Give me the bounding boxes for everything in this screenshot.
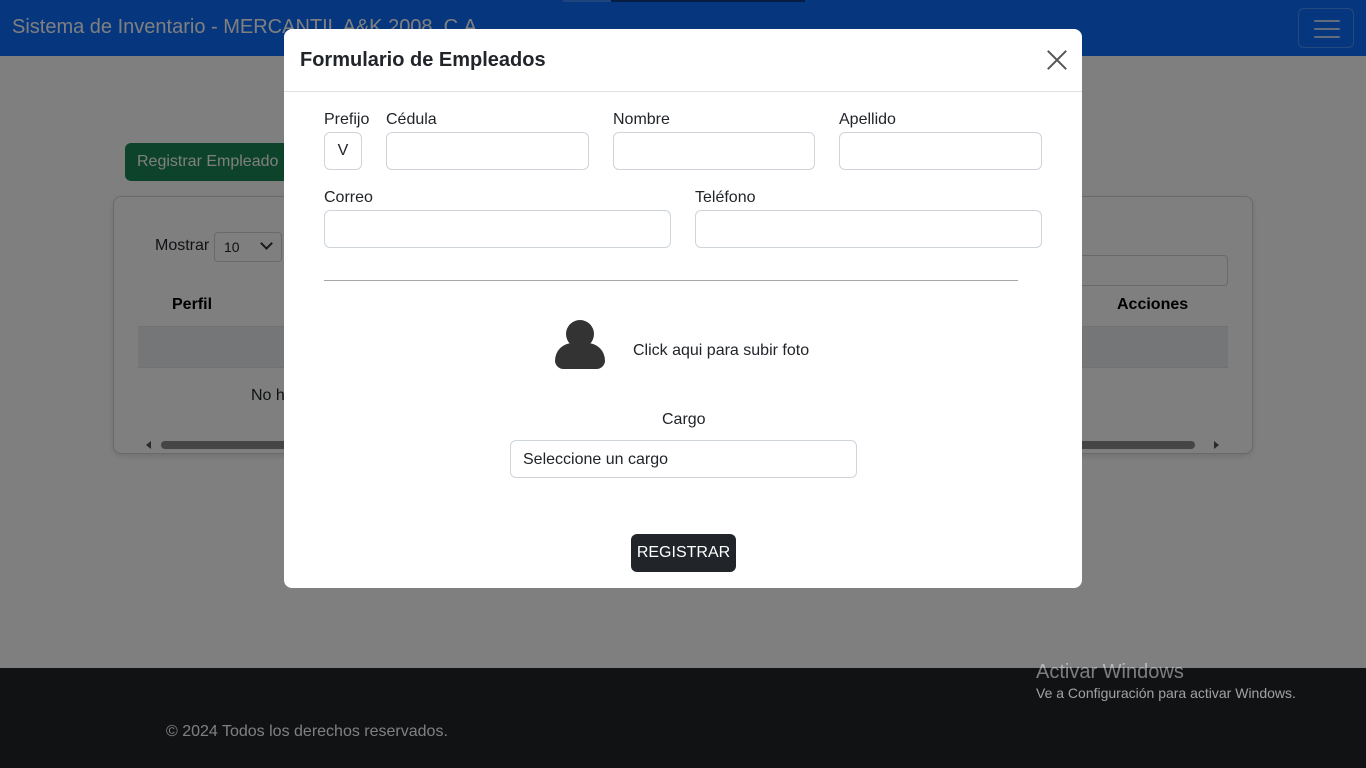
employee-form-modal: Formulario de Empleados Prefijo Cédula N… [284,29,1082,588]
cedula-label: Cédula [386,111,437,128]
upload-photo-link[interactable]: Click aqui para subir foto [633,342,809,360]
apellido-label: Apellido [839,111,896,128]
apellido-field[interactable] [839,132,1042,170]
cargo-label: Cargo [662,411,706,428]
nombre-label: Nombre [613,111,670,128]
windows-watermark-title: Activar Windows [1036,661,1184,683]
cargo-select[interactable]: Seleccione un cargo [510,440,857,478]
divider [324,280,1018,281]
prefijo-field[interactable] [324,132,362,170]
nombre-field[interactable] [613,132,815,170]
registrar-button[interactable]: REGISTRAR [631,534,736,572]
prefijo-label: Prefijo [324,111,370,128]
correo-label: Correo [324,189,373,206]
modal-header: Formulario de Empleados [284,29,1082,92]
cargo-select-value: Seleccione un cargo [523,451,668,468]
windows-watermark-subtitle: Ve a Configuración para activar Windows. [1036,685,1296,701]
user-avatar-icon[interactable] [554,318,606,370]
telefono-label: Teléfono [695,189,756,206]
modal-title: Formulario de Empleados [300,49,546,71]
correo-field[interactable] [324,210,671,248]
cedula-field[interactable] [386,132,589,170]
telefono-field[interactable] [695,210,1042,248]
close-icon[interactable] [1046,50,1068,72]
